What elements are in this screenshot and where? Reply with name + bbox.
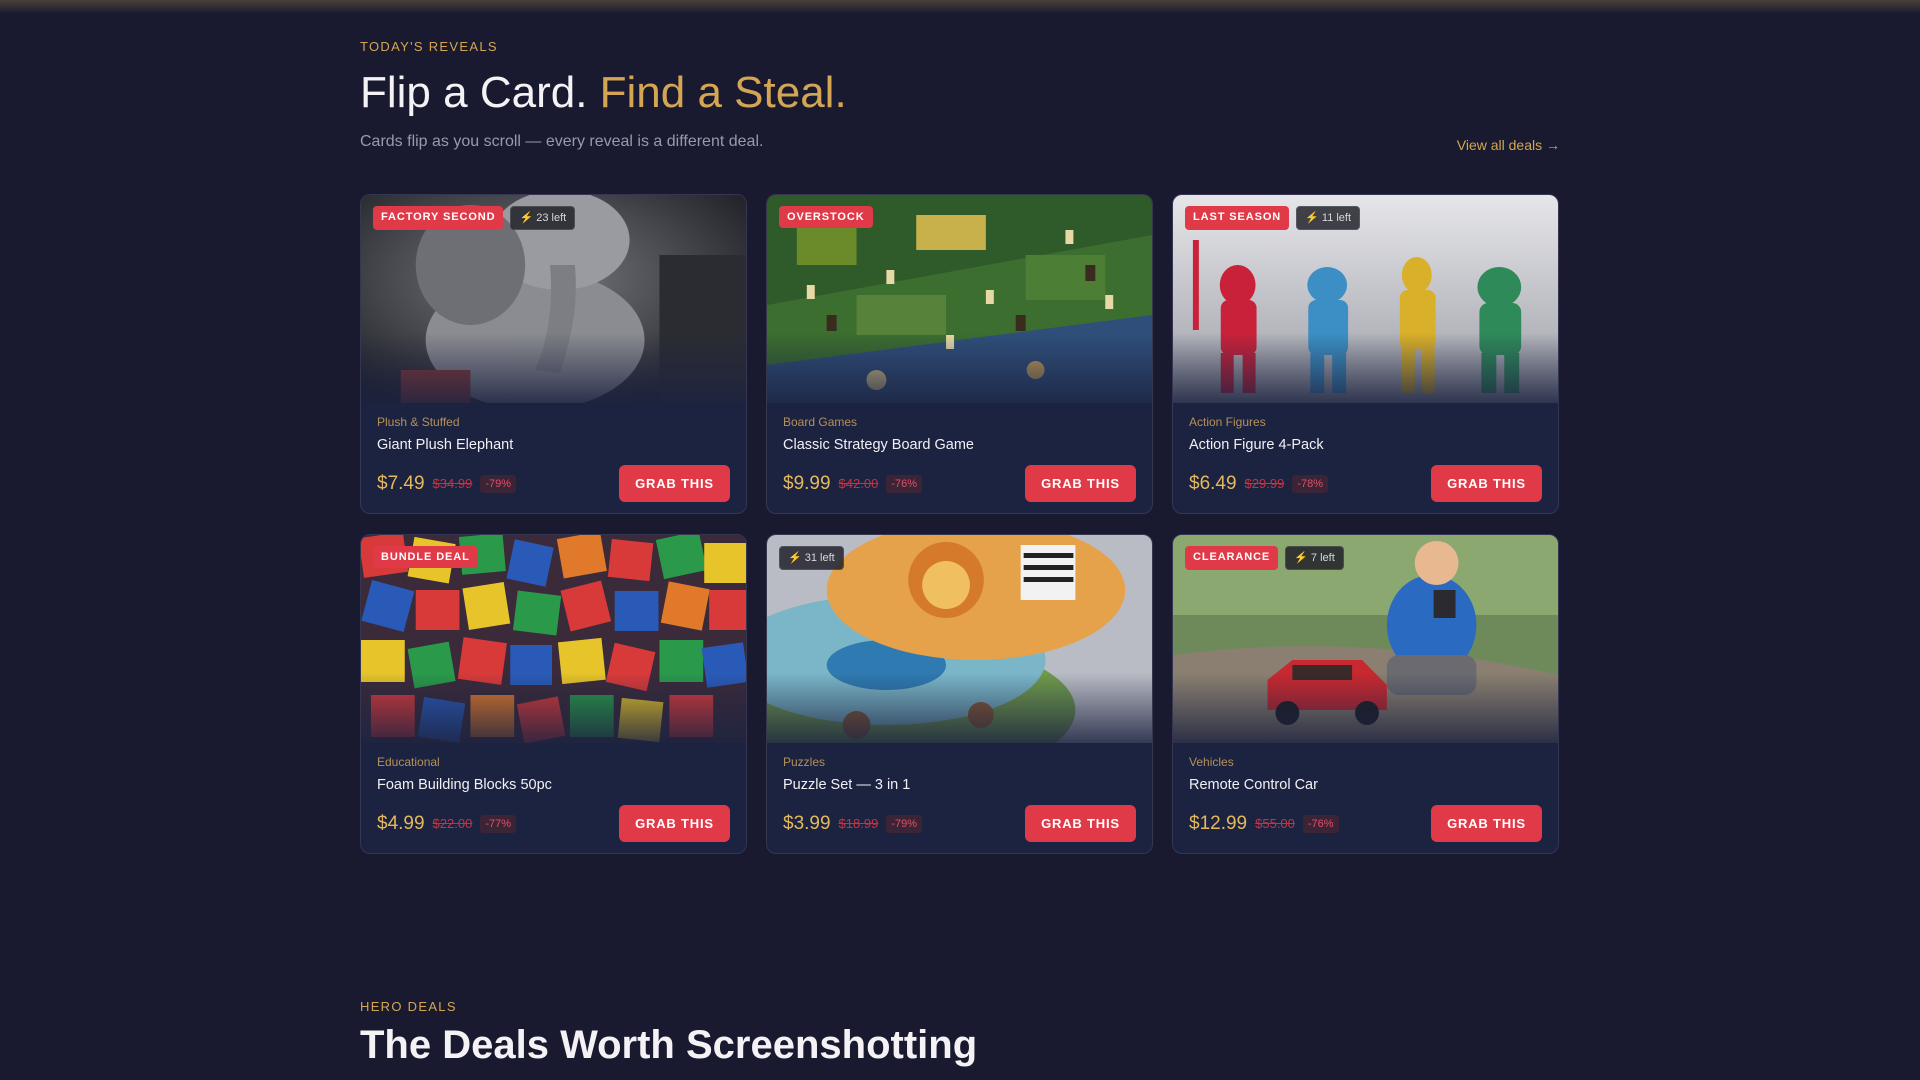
- grab-this-button[interactable]: GRAB THIS: [619, 465, 730, 502]
- grab-this-button[interactable]: GRAB THIS: [1431, 805, 1542, 842]
- top-fade: [0, 0, 1920, 14]
- product-image-action-figures: LAST SEASON ⚡ 11 left: [1173, 195, 1558, 403]
- product-category: Vehicles: [1189, 755, 1234, 769]
- product-category: Plush & Stuffed: [377, 415, 460, 429]
- grab-this-button[interactable]: GRAB THIS: [619, 805, 730, 842]
- product-category: Action Figures: [1189, 415, 1266, 429]
- product-image-rc-car: CLEARANCE ⚡ 7 left: [1173, 535, 1558, 743]
- discount-badge: -79%: [886, 814, 922, 833]
- grab-this-button[interactable]: GRAB THIS: [1025, 805, 1136, 842]
- view-all-deals-link[interactable]: View all deals →: [1457, 137, 1560, 153]
- original-price: $18.99: [838, 816, 879, 831]
- title-accent: Find a Steal.: [599, 68, 847, 117]
- card-badges: CLEARANCE ⚡ 7 left: [1185, 546, 1344, 570]
- sale-price: $3.99: [783, 812, 831, 834]
- grab-this-button[interactable]: GRAB THIS: [1431, 465, 1542, 502]
- deal-card[interactable]: OVERSTOCK Board Games Classic Strategy B…: [766, 194, 1153, 514]
- product-image-puzzles: ⚡ 31 left: [767, 535, 1152, 743]
- discount-badge: -78%: [1292, 474, 1328, 493]
- deal-card[interactable]: FACTORY SECOND ⚡ 23 left Plush & Stuffed…: [360, 194, 747, 514]
- sale-price: $7.49: [377, 472, 425, 494]
- sale-price: $9.99: [783, 472, 831, 494]
- product-category: Educational: [377, 755, 440, 769]
- discount-badge: -76%: [886, 474, 922, 493]
- deal-card[interactable]: CLEARANCE ⚡ 7 left Vehicles Remote Contr…: [1172, 534, 1559, 854]
- deal-tag: BUNDLE DEAL: [373, 546, 478, 568]
- section-eyebrow: TODAY'S REVEALS: [360, 39, 498, 54]
- section-subtitle: Cards flip as you scroll — every reveal …: [360, 133, 764, 150]
- product-category: Board Games: [783, 415, 858, 429]
- deal-card[interactable]: BUNDLE DEAL Educational Foam Building Bl…: [360, 534, 747, 854]
- title-main: Flip a Card.: [360, 68, 588, 117]
- original-price: $34.99: [432, 476, 473, 491]
- original-price: $22.00: [432, 816, 473, 831]
- product-title: Foam Building Blocks 50pc: [377, 777, 552, 793]
- card-badges: BUNDLE DEAL: [373, 546, 478, 568]
- discount-badge: -76%: [1302, 814, 1339, 833]
- original-price: $29.99: [1244, 476, 1285, 491]
- sale-price: $12.99: [1189, 812, 1248, 834]
- deal-tag: CLEARANCE: [1185, 546, 1279, 570]
- deal-card[interactable]: LAST SEASON ⚡ 11 left Action Figures Act…: [1172, 194, 1559, 514]
- hero-eyebrow: HERO DEALS: [360, 999, 457, 1014]
- hero-headline: The Deals Worth Screenshotting: [360, 1023, 978, 1067]
- discount-badge: -79%: [480, 474, 516, 493]
- stock-badge: ⚡ 11 left: [1296, 206, 1361, 230]
- product-image-board-game: OVERSTOCK: [767, 195, 1152, 403]
- original-price: $55.00: [1255, 816, 1295, 831]
- deal-grid: FACTORY SECOND ⚡ 23 left Plush & Stuffed…: [360, 194, 1560, 854]
- stock-badge: ⚡ 23 left: [510, 206, 576, 230]
- card-badges: OVERSTOCK: [779, 206, 873, 228]
- product-image-foam-blocks: BUNDLE DEAL: [361, 535, 746, 743]
- page-title: Flip a Card. Find a Steal.: [360, 68, 847, 118]
- deal-tag: LAST SEASON: [1185, 206, 1290, 230]
- product-title: Giant Plush Elephant: [377, 437, 514, 453]
- product-title: Remote Control Car: [1189, 777, 1318, 793]
- product-title: Action Figure 4-Pack: [1189, 437, 1324, 453]
- product-title: Classic Strategy Board Game: [783, 437, 974, 453]
- product-image-plush-elephant: FACTORY SECOND ⚡ 23 left: [361, 195, 746, 403]
- discount-badge: -77%: [480, 814, 516, 833]
- product-category: Puzzles: [783, 755, 826, 769]
- card-badges: FACTORY SECOND ⚡ 23 left: [373, 206, 576, 230]
- card-badges: LAST SEASON ⚡ 11 left: [1185, 206, 1361, 230]
- deal-tag: OVERSTOCK: [779, 206, 873, 228]
- grab-this-button[interactable]: GRAB THIS: [1025, 465, 1136, 502]
- product-title: Puzzle Set — 3 in 1: [783, 777, 911, 793]
- deal-card[interactable]: ⚡ 31 left Puzzles Puzzle Set — 3 in 1 $3…: [766, 534, 1153, 854]
- stock-badge: ⚡ 7 left: [1285, 546, 1344, 570]
- deal-tag: FACTORY SECOND: [373, 206, 504, 230]
- original-price: $42.00: [838, 476, 879, 491]
- sale-price: $4.99: [377, 812, 425, 834]
- sale-price: $6.49: [1189, 472, 1237, 494]
- card-badges: ⚡ 31 left: [779, 546, 844, 570]
- stock-badge: ⚡ 31 left: [779, 546, 844, 570]
